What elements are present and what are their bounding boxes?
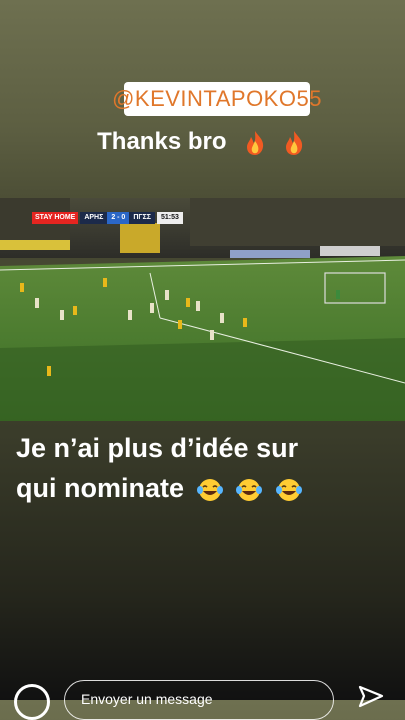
reply-bar: Envoyer un message <box>0 676 405 720</box>
scorebug: STAY HOME ΑΡΗΣ 2 - 0 ΠΓΣΣ 51:53 <box>32 212 183 224</box>
fire-icon <box>247 130 264 155</box>
caption-thanks: Thanks bro <box>0 128 405 156</box>
caption-thanks-text: Thanks bro <box>97 128 227 155</box>
send-icon[interactable] <box>358 684 384 710</box>
laughing-tears-icon <box>275 478 302 501</box>
match-clock: 51:53 <box>157 212 183 224</box>
message-placeholder: Envoyer un message <box>81 691 213 707</box>
caption-line-1: Je n’ai plus d’idée sur <box>16 433 299 463</box>
caption-line-2-text: qui nominate <box>16 473 184 503</box>
broadcaster-logo: STAY HOME <box>32 212 79 224</box>
home-team: ΑΡΗΣ <box>80 212 108 224</box>
match-score: 2 - 0 <box>107 212 130 224</box>
match-video[interactable] <box>0 198 405 421</box>
fire-icon <box>285 130 302 155</box>
camera-icon[interactable] <box>14 684 50 720</box>
caption-line-2: qui nominate <box>16 468 396 508</box>
laughing-tears-icon <box>236 478 263 501</box>
mention-text: @KEVINTAPOKO55 <box>112 86 322 111</box>
away-team: ΠΓΣΣ <box>129 212 155 224</box>
mention-sticker[interactable]: @KEVINTAPOKO55 <box>112 82 321 116</box>
laughing-tears-icon <box>196 478 223 501</box>
message-input[interactable]: Envoyer un message <box>64 680 334 720</box>
caption-nominate: Je n’ai plus d’idée sur qui nominate <box>16 428 396 508</box>
pitch-scene <box>0 198 405 421</box>
